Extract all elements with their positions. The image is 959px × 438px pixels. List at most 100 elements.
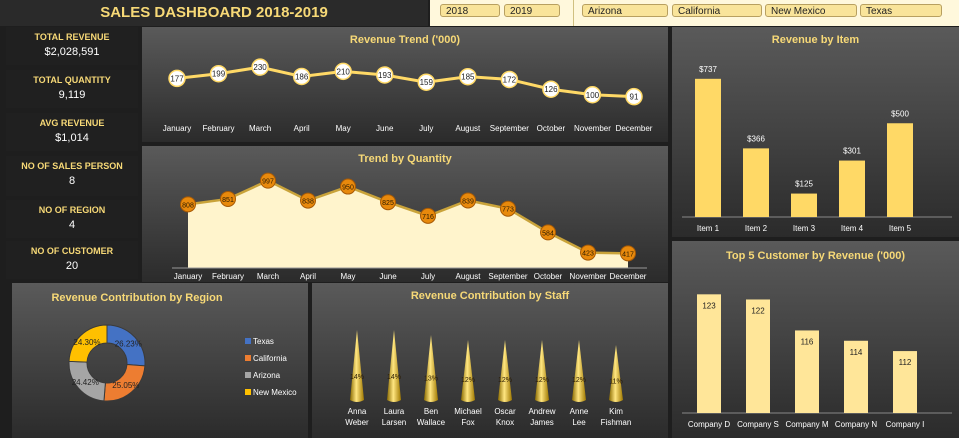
staff-bar: [461, 340, 475, 402]
staff-data-label: 12%: [461, 377, 475, 384]
region-legend-swatch: [245, 355, 251, 361]
region-data-label: 24.42%: [72, 378, 99, 387]
quantity-tick-label: July: [421, 272, 435, 281]
revenue-trend-data-label: 193: [378, 71, 392, 80]
revenue-trend-panel: Revenue Trend ('000) 177 January 199 Februa…: [142, 27, 668, 142]
kpi-label: NO OF CUSTOMER: [30, 246, 114, 256]
staff-tick-label: Anne: [570, 407, 589, 416]
kpi-value: $1,014: [55, 132, 89, 144]
item-tick-label: Item 5: [889, 224, 912, 233]
revenue-trend-data-label: 230: [253, 63, 267, 72]
quantity-data-label: 417: [622, 251, 634, 258]
staff-tick-label: Oscar: [494, 407, 516, 416]
staff-data-label: 11%: [609, 379, 623, 386]
revenue-trend-tick-label: May: [336, 124, 351, 133]
staff-tick-label: Michael: [454, 407, 482, 416]
slicer-region-texas[interactable]: Texas: [860, 4, 942, 17]
quantity-data-label: 584: [542, 230, 554, 237]
quantity-data-label: 997: [262, 179, 274, 186]
item-bar: [743, 148, 769, 217]
staff-bar: [535, 340, 549, 402]
slicer-year-2019[interactable]: 2019: [504, 4, 560, 17]
region-data-label: 26.23%: [115, 339, 142, 348]
quantity-tick-label: March: [257, 272, 279, 281]
top-customers-chart: 123 Company D 122 Company S 116 Company M 114 C…: [682, 294, 952, 429]
quantity-data-label: 950: [342, 185, 354, 192]
item-data-label: $737: [699, 65, 717, 74]
region-data-label: 25.05%: [112, 381, 139, 390]
staff-tick-label: Wallace: [417, 418, 446, 427]
revenue-trend-line: [176, 65, 635, 99]
revenue-trend-data-label: 210: [337, 67, 351, 76]
kpi-label: NO OF REGION: [38, 205, 106, 215]
region-legend-label: Arizona: [253, 371, 281, 380]
staff-data-label: 13%: [424, 376, 438, 383]
staff-bar: [424, 335, 438, 402]
staff-bar: [350, 330, 364, 402]
quantity-tick-label: September: [488, 272, 527, 281]
kpi-label: NO OF SALES PERSON: [21, 161, 123, 171]
staff-tick-label: Fishman: [601, 418, 632, 427]
customer-tick-label: Company M: [785, 420, 828, 429]
item-data-label: $366: [747, 134, 765, 143]
region-data-label: 24.30%: [73, 338, 100, 347]
staff-tick-label: Kim: [609, 407, 623, 416]
staff-bar: [609, 345, 623, 402]
revenue-by-item-chart: $737 Item 1 $366 Item 2 $125 Item 3 $301 Item 4…: [682, 65, 952, 233]
slicer-bar: 2018 2019 Arizona California New Mexico …: [430, 0, 959, 26]
quantity-area: [188, 180, 628, 268]
revenue-trend-data-label: 159: [420, 78, 434, 87]
kpi-avg-revenue: AVG REVENUE $1,014: [6, 113, 138, 151]
staff-tick-label: Fox: [461, 418, 474, 427]
customer-data-label: 122: [751, 306, 765, 315]
revenue-trend-tick-label: April: [294, 124, 310, 133]
customer-data-label: 112: [899, 358, 912, 367]
slicer-year-2018[interactable]: 2018: [440, 4, 500, 17]
dashboard-title: SALES DASHBOARD 2018-2019: [100, 4, 328, 21]
slicer-region-new-mexico[interactable]: New Mexico: [765, 4, 857, 17]
item-tick-label: Item 4: [841, 224, 864, 233]
staff-tick-label: James: [530, 418, 554, 427]
staff-tick-label: Lee: [572, 418, 586, 427]
slicer-region-arizona[interactable]: Arizona: [582, 4, 668, 17]
staff-tick-label: Knox: [496, 418, 514, 427]
item-bar: [839, 160, 865, 217]
staff-tick-label: Ben: [424, 407, 438, 416]
item-tick-label: Item 1: [697, 224, 720, 233]
customer-tick-label: Company N: [835, 420, 877, 429]
quantity-tick-label: May: [340, 272, 355, 281]
quantity-data-label: 423: [582, 251, 594, 258]
revenue-trend-tick-label: February: [203, 124, 235, 133]
revenue-trend-tick-label: October: [537, 124, 566, 133]
staff-tick-label: Larsen: [382, 418, 406, 427]
revenue-trend-data-label: 177: [170, 74, 184, 83]
kpi-label: TOTAL REVENUE: [34, 32, 110, 42]
item-bar: [791, 193, 817, 217]
revenue-trend-tick-label: March: [249, 124, 271, 133]
item-bar: [887, 123, 913, 217]
customer-tick-label: Company S: [737, 420, 779, 429]
region-legend-label: New Mexico: [253, 388, 297, 397]
revenue-trend-tick-label: August: [455, 124, 481, 133]
quantity-data-label: 825: [382, 200, 394, 207]
quantity-data-label: 716: [422, 214, 434, 221]
region-contribution-chart: 26.23% 25.05% 24.42% 24.30% Texas California A…: [68, 324, 297, 402]
staff-data-label: 12%: [572, 377, 586, 384]
item-tick-label: Item 2: [745, 224, 768, 233]
kpi-label: TOTAL QUANTITY: [33, 75, 111, 85]
quantity-data-label: 851: [222, 197, 234, 204]
staff-data-label: 12%: [498, 377, 512, 384]
staff-bar: [387, 330, 401, 402]
slicer-region-california[interactable]: California: [672, 4, 762, 17]
customer-bar: [746, 299, 770, 413]
customer-tick-label: Company D: [688, 420, 730, 429]
revenue-trend-tick-label: July: [419, 124, 433, 133]
revenue-trend-data-label: 100: [586, 91, 600, 100]
revenue-by-item-panel: Revenue by Item $737 Item 1 $366 Item 2 $125…: [672, 27, 959, 237]
item-data-label: $125: [795, 180, 813, 189]
kpi-value: 4: [68, 219, 76, 231]
customer-bar: [697, 294, 721, 413]
revenue-trend-tick-label: September: [490, 124, 529, 133]
region-legend-swatch: [245, 338, 251, 344]
quantity-tick-label: October: [534, 272, 563, 281]
